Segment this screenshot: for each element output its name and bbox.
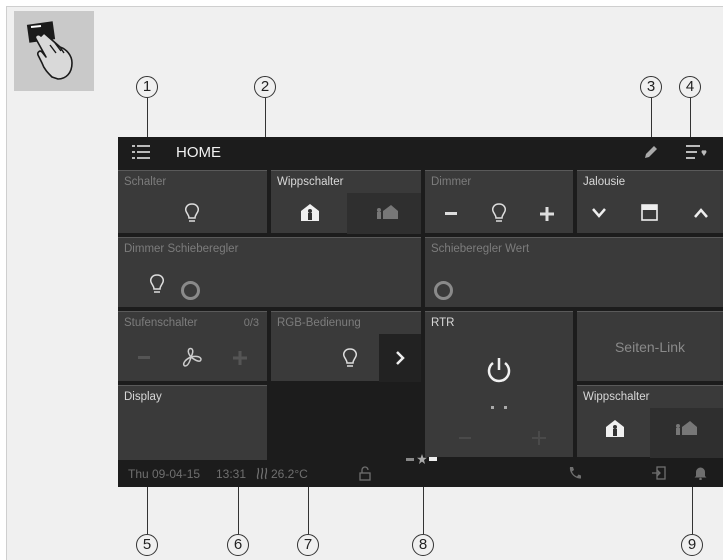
chevron-up-icon[interactable]	[694, 208, 708, 218]
tile-label: Wippschalter	[583, 391, 650, 403]
tile-dimmer-schieberegler[interactable]: Dimmer Schieberegler	[118, 237, 421, 307]
lightbulb-icon	[185, 203, 199, 222]
rgb-more-button[interactable]	[379, 334, 421, 382]
callout-2: 2	[254, 76, 276, 98]
lightbulb-icon	[492, 203, 506, 222]
power-icon[interactable]	[484, 355, 514, 385]
tile-jalousie[interactable]: Jalousie	[577, 170, 723, 233]
tile-wippschalter[interactable]: Wippschalter	[271, 170, 421, 234]
plus-icon[interactable]	[532, 431, 546, 445]
tile-schieberegler-wert[interactable]: Schieberegler Wert	[425, 237, 723, 307]
tile-label: Jalousie	[583, 176, 626, 188]
tile-rgb-bedienung[interactable]: RGB-Bedienung	[271, 311, 421, 382]
heating-icon	[256, 467, 268, 480]
step-count: 0/3	[243, 317, 259, 329]
tile-label: Wippschalter	[277, 176, 344, 188]
person-house-icon	[676, 421, 697, 435]
page-indicator-home-icon[interactable]	[417, 454, 427, 464]
page-link-label: Seiten-Link	[614, 339, 686, 355]
touch-hand-illustration	[14, 11, 94, 91]
device-screen: HOME Schalter Wippschalter Dimmer Jalous…	[118, 137, 723, 487]
chevron-down-icon[interactable]	[592, 208, 606, 218]
callout-5: 5	[136, 534, 158, 556]
plus-icon[interactable]	[540, 207, 554, 221]
list-icon[interactable]	[132, 144, 152, 160]
page-indicator-dot-active[interactable]	[429, 457, 437, 461]
tile-rtr[interactable]: RTR	[425, 311, 573, 457]
minus-icon[interactable]	[138, 356, 150, 359]
tile-label: Display	[124, 391, 162, 403]
callout-8: 8	[412, 534, 434, 556]
bell-icon[interactable]	[694, 466, 707, 480]
page-indicator-dot[interactable]	[406, 458, 414, 461]
lock-icon[interactable]	[359, 466, 371, 481]
tile-schalter[interactable]: Schalter	[118, 170, 267, 233]
fan-icon	[182, 347, 202, 367]
status-bar: Thu 09-04-15 13:31 26.2°C	[118, 454, 723, 487]
tile-label: Schieberegler Wert	[431, 243, 530, 255]
login-icon[interactable]	[652, 466, 666, 480]
tile-label: Dimmer Schieberegler	[124, 243, 239, 255]
tile-label: RTR	[431, 317, 455, 329]
tile-label: Dimmer	[431, 176, 472, 188]
lightbulb-icon	[343, 348, 357, 367]
callout-9: 9	[681, 534, 703, 556]
minus-icon[interactable]	[459, 437, 471, 439]
slider-handle[interactable]	[434, 281, 453, 300]
slider-handle[interactable]	[181, 281, 200, 300]
plus-icon[interactable]	[233, 351, 247, 365]
pencil-icon[interactable]	[642, 143, 660, 161]
touch-hand-icon	[26, 21, 73, 80]
house-person-icon	[606, 420, 624, 437]
list-heart-icon[interactable]	[686, 144, 708, 160]
callout-7: 7	[297, 534, 319, 556]
more-dots	[491, 406, 507, 409]
status-date: Thu 09-04-15	[128, 467, 201, 481]
tile-label: Schalter	[124, 176, 167, 188]
tile-wippschalter-2[interactable]: Wippschalter	[577, 385, 723, 458]
tile-dimmer[interactable]: Dimmer	[425, 170, 573, 233]
lightbulb-icon	[150, 274, 164, 293]
page-title: HOME	[176, 144, 221, 161]
tile-label: Stufenschalter	[124, 317, 198, 329]
callout-4: 4	[679, 76, 701, 98]
tile-label: RGB-Bedienung	[277, 317, 361, 329]
chevron-right-icon	[396, 351, 405, 365]
top-bar: HOME	[118, 137, 723, 167]
house-person-icon	[301, 204, 319, 221]
person-house-icon	[377, 205, 398, 219]
minus-icon[interactable]	[445, 212, 457, 215]
tile-stufenschalter[interactable]: Stufenschalter 0/3	[118, 311, 267, 381]
callout-3: 3	[640, 76, 662, 98]
tile-display[interactable]: Display	[118, 385, 267, 460]
blind-icon	[641, 204, 658, 221]
status-time: 13:31	[216, 467, 247, 481]
phone-icon[interactable]	[568, 466, 582, 480]
tile-seiten-link[interactable]: Seiten-Link	[577, 311, 723, 381]
status-temperature: 26.2°C	[271, 467, 308, 481]
callout-1: 1	[136, 76, 158, 98]
callout-6: 6	[227, 534, 249, 556]
